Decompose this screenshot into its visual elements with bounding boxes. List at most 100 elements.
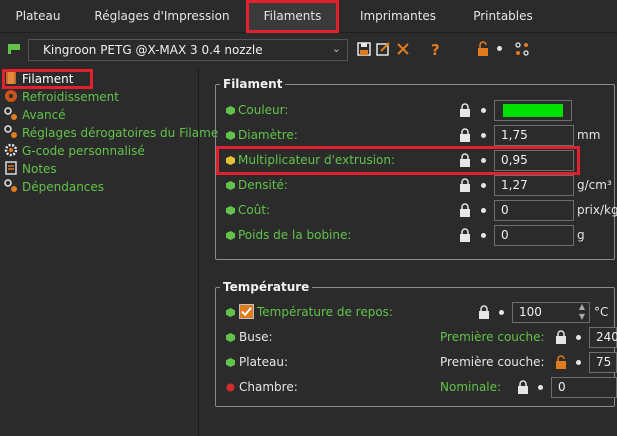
repos-temp-label: Température de repos:	[257, 305, 393, 319]
bullet-icon	[481, 133, 486, 138]
simple-mode-hex-icon	[226, 181, 235, 190]
simple-mode-hex-icon	[226, 358, 235, 367]
tree-item-label: Avancé	[22, 108, 66, 122]
chamber-nominal-value: 0	[558, 380, 566, 394]
unlock-icon[interactable]	[555, 355, 567, 369]
bullet-icon	[481, 233, 486, 238]
filament-group-title: Filament	[220, 77, 286, 91]
bullet-icon	[481, 208, 486, 213]
bed-first-layer-value: 75	[596, 355, 612, 369]
help-icon[interactable]: ?	[428, 40, 444, 58]
bullet-icon	[497, 46, 502, 51]
simple-mode-hex-icon	[226, 333, 235, 342]
lock-icon[interactable]	[459, 203, 471, 217]
spinner-icon[interactable]: ▲ ▼	[579, 302, 585, 322]
spool-weight-input[interactable]: 0	[494, 225, 574, 246]
note-icon	[5, 161, 17, 175]
nozzle-label: Buse:	[239, 330, 273, 344]
density-input[interactable]: 1,27	[494, 175, 574, 196]
spool-icon	[6, 72, 16, 84]
tree-item-overrides[interactable]: Réglages dérogatoires du Filame	[4, 125, 218, 142]
simple-mode-hex-icon	[226, 231, 235, 240]
density-label: Densité:	[238, 178, 288, 192]
lock-icon[interactable]	[478, 305, 490, 319]
repos-checkbox[interactable]	[239, 304, 254, 319]
diameter-label: Diamètre:	[238, 128, 298, 142]
bullet-icon	[576, 360, 581, 365]
diameter-input[interactable]: 1,75	[494, 125, 574, 146]
density-value: 1,27	[501, 178, 528, 192]
chevron-down-icon: ⌄	[331, 42, 341, 55]
preset-dropdown[interactable]: Kingroon PETG @X-MAX 3 0.4 nozzle ⌄	[28, 39, 348, 61]
cost-input[interactable]: 0	[494, 200, 574, 221]
simple-mode-hex-icon	[226, 308, 235, 317]
filament-flag-icon	[8, 44, 20, 54]
override-icon	[4, 125, 17, 138]
simple-mode-hex-icon	[226, 131, 235, 140]
bullet-icon	[576, 335, 581, 340]
tree-item-filament[interactable]: Filament	[4, 71, 73, 88]
lock-icon[interactable]	[459, 178, 471, 192]
cost-value: 0	[501, 203, 509, 217]
tree-item-label: Refroidissement	[22, 90, 119, 104]
chamber-nominal-input[interactable]: 0	[551, 377, 617, 398]
nozzle-first-layer-value: 240	[596, 330, 617, 344]
bed-label: Plateau:	[239, 355, 289, 369]
bullet-icon	[481, 183, 486, 188]
compare-icon[interactable]	[514, 40, 530, 58]
fan-icon	[5, 90, 17, 102]
tree-item-label: Notes	[22, 162, 57, 176]
tab-filaments[interactable]: Filaments	[246, 0, 339, 33]
wrench-icon	[4, 107, 17, 120]
tree-item-notes[interactable]: Notes	[4, 161, 57, 178]
density-unit: g/cm³	[577, 178, 612, 192]
bed-first-layer-label: Première couche:	[440, 355, 545, 369]
tree-item-dependencies[interactable]: Dépendances	[4, 179, 104, 196]
gear-icon	[4, 143, 18, 157]
tree-item-label: Dépendances	[22, 180, 105, 194]
lock-icon[interactable]	[517, 380, 529, 394]
diameter-unit: mm	[577, 128, 601, 142]
preset-name: Kingroon PETG @X-MAX 3 0.4 nozzle	[43, 43, 263, 57]
spool-weight-label: Poids de la bobine:	[238, 228, 352, 242]
repos-temp-input[interactable]: 100 ▲ ▼	[512, 302, 590, 323]
tree-item-cooling[interactable]: Refroidissement	[4, 89, 119, 106]
lock-icon[interactable]	[555, 330, 567, 344]
tab-printables[interactable]: Printables	[466, 0, 540, 33]
tab-bar: Plateau Réglages d'Impression Filaments …	[0, 0, 617, 33]
bed-first-layer-input[interactable]: 75	[589, 352, 617, 373]
tree-item-advanced[interactable]: Avancé	[4, 107, 66, 124]
spool-weight-unit: g	[577, 228, 585, 242]
delete-icon[interactable]	[395, 40, 411, 58]
tree-item-label: Réglages dérogatoires du Filame	[22, 126, 219, 140]
edit-icon[interactable]	[375, 40, 391, 58]
lock-icon[interactable]	[459, 103, 471, 117]
extrusion-highlight-box	[216, 146, 580, 175]
nozzle-first-layer-label: Première couche:	[440, 330, 545, 344]
bullet-icon	[499, 310, 504, 315]
chamber-nominal-label: Nominale:	[440, 380, 502, 394]
expert-mode-dot-icon	[226, 383, 235, 392]
color-swatch	[503, 104, 563, 117]
repos-temp-value: 100	[519, 305, 542, 319]
chamber-label: Chambre:	[239, 380, 298, 394]
lock-icon[interactable]	[459, 128, 471, 142]
cost-unit: prix/kg	[577, 203, 617, 217]
color-label: Couleur:	[238, 103, 289, 117]
tab-plateau[interactable]: Plateau	[8, 0, 68, 33]
diameter-value: 1,75	[501, 128, 528, 142]
temperature-group-title: Température	[220, 280, 313, 294]
checkmark-icon	[241, 307, 252, 317]
lock-icon[interactable]	[459, 228, 471, 242]
tree-item-gcode[interactable]: G-code personnalisé	[4, 143, 145, 160]
save-icon[interactable]	[356, 40, 372, 58]
repos-temp-unit: °C	[594, 305, 609, 319]
tab-print-settings[interactable]: Réglages d'Impression	[84, 0, 240, 33]
tree-item-label: G-code personnalisé	[22, 144, 145, 158]
color-picker[interactable]	[494, 100, 572, 121]
tab-printers[interactable]: Imprimantes	[352, 0, 444, 33]
spool-weight-value: 0	[501, 228, 509, 242]
tree-item-label: Filament	[22, 72, 74, 86]
nozzle-first-layer-input[interactable]: 240	[589, 327, 617, 348]
unlock-icon[interactable]	[475, 40, 491, 58]
